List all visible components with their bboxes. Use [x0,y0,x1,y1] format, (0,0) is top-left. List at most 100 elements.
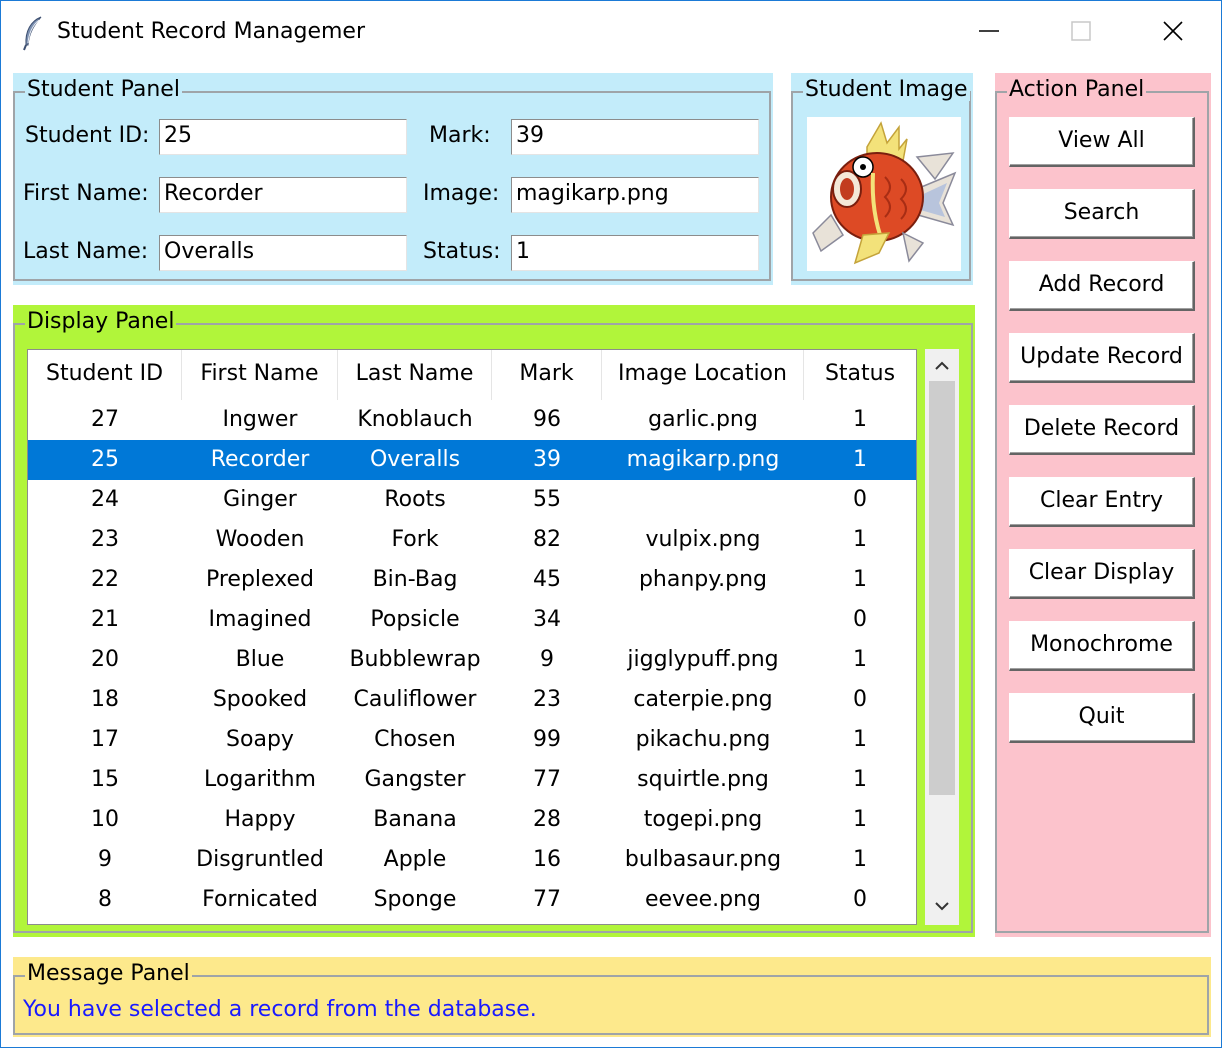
cell-status: 1 [853,727,867,752]
cell-last-name: Popsicle [370,607,460,632]
table-row[interactable]: 17 Soapy Chosen 99 pikachu.png 1 [28,720,916,760]
maximize-icon[interactable] [1061,11,1101,51]
cell-last-name: Banana [373,807,457,832]
student-panel: Student Panel Student ID: 25 First Name:… [13,73,773,285]
column-header-student-id[interactable]: Student ID [28,350,182,400]
display-panel-legend: Display Panel [25,309,177,334]
cell-mark: 82 [533,527,561,552]
student-id-label: Student ID: [25,123,150,148]
cell-last-name: Overalls [369,447,461,472]
cell-image-location: phanpy.png [638,567,768,592]
scroll-down-icon[interactable] [933,897,951,915]
scrollbar-thumb[interactable] [929,381,955,795]
cell-last-name: Gangster [364,767,466,792]
table-row[interactable]: 21 Imagined Popsicle 34 0 [28,600,916,640]
cell-last-name: Apple [383,847,447,872]
feather-icon [23,16,42,51]
status-field[interactable]: 1 [511,235,759,271]
view-all-button[interactable]: View All [1009,117,1195,167]
first-name-field[interactable]: Recorder [159,177,407,213]
app-window: Student Record Managemer Student Panel S… [0,0,1222,1048]
clear-entry-button[interactable]: Clear Entry [1009,477,1195,527]
monochrome-button[interactable]: Monochrome [1009,621,1195,671]
clear-display-button[interactable]: Clear Display [1009,549,1195,599]
table-row[interactable]: 10 Happy Banana 28 togepi.png 1 [28,800,916,840]
cell-mark: 77 [533,767,561,792]
cell-mark: 77 [533,887,561,912]
window-title: Student Record Managemer [57,19,365,44]
cell-first-name: Blue [235,647,285,672]
search-button[interactable]: Search [1009,189,1195,239]
status-message: You have selected a record from the data… [23,997,537,1022]
mark-field[interactable]: 39 [511,119,759,155]
cell-first-name: Logarithm [204,767,316,792]
close-icon[interactable] [1153,11,1193,51]
cell-image-location: magikarp.png [626,447,780,472]
column-header-image-location[interactable]: Image Location [602,350,804,400]
column-header-last-name[interactable]: Last Name [338,350,492,400]
cell-status: 1 [853,447,867,472]
mark-label: Mark: [429,123,491,148]
cell-student-id: 10 [91,807,119,832]
table-row[interactable]: 8 Fornicated Sponge 77 eevee.png 0 [28,880,916,920]
table-row[interactable]: 23 Wooden Fork 82 vulpix.png 1 [28,520,916,560]
cell-mark: 23 [533,687,561,712]
cell-last-name: Knoblauch [357,407,473,432]
cell-mark: 34 [533,607,561,632]
cell-mark: 96 [533,407,561,432]
cell-student-id: 18 [91,687,119,712]
minimize-icon[interactable] [969,11,1009,51]
update-record-button[interactable]: Update Record [1009,333,1195,383]
table-row[interactable]: 25 Recorder Overalls 39 magikarp.png 1 [28,440,916,480]
last-name-field[interactable]: Overalls [159,235,407,271]
cell-last-name: Fork [391,527,439,552]
cell-image-location: caterpie.png [633,687,773,712]
table-row[interactable]: 24 Ginger Roots 55 0 [28,480,916,520]
cell-student-id: 20 [91,647,119,672]
cell-student-id: 22 [91,567,119,592]
table-row[interactable]: 18 Spooked Cauliflower 23 caterpie.png 0 [28,680,916,720]
table-row[interactable]: 15 Logarithm Gangster 77 squirtle.png 1 [28,760,916,800]
column-header-first-name[interactable]: First Name [182,350,338,400]
cell-first-name: Recorder [210,447,310,472]
cell-status: 0 [853,487,867,512]
cell-first-name: Disgruntled [196,847,324,872]
cell-status: 1 [853,847,867,872]
delete-record-button[interactable]: Delete Record [1009,405,1195,455]
cell-status: 1 [853,567,867,592]
cell-image-location: jigglypuff.png [627,647,779,672]
column-header-mark[interactable]: Mark [492,350,602,400]
student-image-panel: Student Image [791,73,973,285]
add-record-button[interactable]: Add Record [1009,261,1195,311]
magikarp-image [812,121,957,265]
scroll-up-icon[interactable] [933,357,951,375]
cell-last-name: Sponge [373,887,457,912]
cell-last-name: Roots [384,487,446,512]
message-panel-legend: Message Panel [25,961,192,986]
cell-status: 1 [853,527,867,552]
table-row[interactable]: 9 Disgruntled Apple 16 bulbasaur.png 1 [28,840,916,880]
first-name-label: First Name: [23,181,149,206]
table-row[interactable]: 20 Blue Bubblewrap 9 jigglypuff.png 1 [28,640,916,680]
cell-student-id: 27 [91,407,119,432]
student-panel-legend: Student Panel [25,77,182,102]
records-table[interactable]: Student ID First Name Last Name Mark Ima… [27,349,917,925]
student-id-field[interactable]: 25 [159,119,407,155]
cell-mark: 39 [533,447,561,472]
table-header: Student ID First Name Last Name Mark Ima… [28,350,916,400]
cell-student-id: 15 [91,767,119,792]
image-field[interactable]: magikarp.png [511,177,759,213]
table-row[interactable]: 27 Ingwer Knoblauch 96 garlic.png 1 [28,400,916,440]
cell-last-name: Bin-Bag [372,567,458,592]
quit-button[interactable]: Quit [1009,693,1195,743]
action-panel: Action Panel View All Search Add Record … [995,73,1211,937]
cell-last-name: Cauliflower [353,687,477,712]
table-row[interactable]: 22 Preplexed Bin-Bag 45 phanpy.png 1 [28,560,916,600]
cell-image-location: garlic.png [648,407,758,432]
cell-mark: 55 [533,487,561,512]
cell-student-id: 25 [91,447,119,472]
vertical-scrollbar[interactable] [925,349,959,925]
student-image-box [807,117,961,271]
cell-first-name: Wooden [215,527,305,552]
column-header-status[interactable]: Status [804,350,916,400]
